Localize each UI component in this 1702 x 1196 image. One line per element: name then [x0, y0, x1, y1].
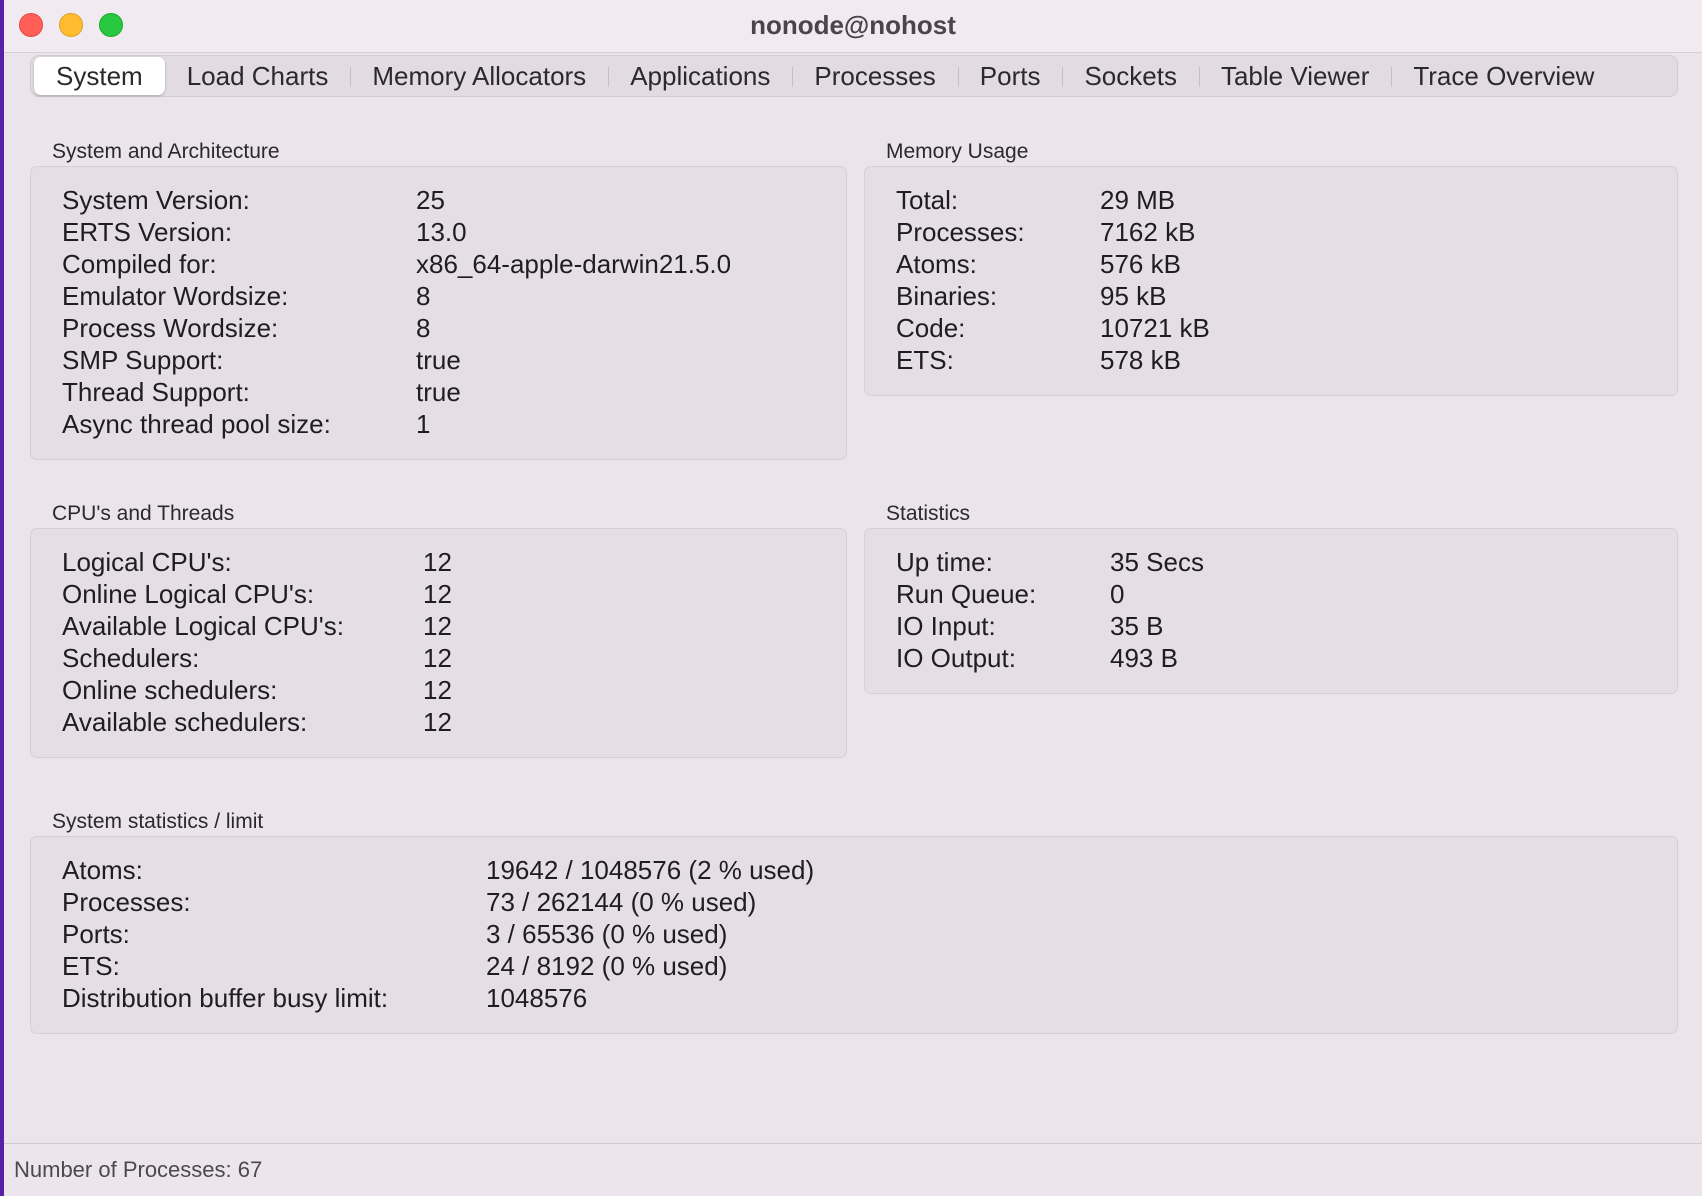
- async-thread-pool-value: 1: [416, 409, 431, 439]
- online-logical-cpus-value: 12: [423, 579, 452, 609]
- emulator-wordsize-value: 8: [416, 281, 431, 311]
- schedulers-label: Schedulers:: [62, 643, 200, 673]
- erts-version-label: ERTS Version:: [62, 217, 233, 247]
- tab-memory-allocators[interactable]: Memory Allocators: [350, 57, 608, 95]
- memory-binaries-value: 95 kB: [1100, 281, 1167, 311]
- limit-atoms-label: Atoms:: [62, 855, 143, 885]
- statistics-title: Statistics: [886, 502, 971, 525]
- limit-processes-label: Processes:: [62, 887, 191, 917]
- async-thread-pool-label: Async thread pool size:: [62, 409, 331, 439]
- io-input-label: IO Input:: [896, 611, 996, 641]
- limit-processes-value: 73 / 262144 (0 % used): [486, 887, 757, 917]
- system-architecture-panel: System Version: 25 ERTS Version: 13.0 Co…: [30, 166, 847, 460]
- status-bar: Number of Processes: 67: [4, 1143, 1702, 1196]
- available-schedulers-value: 12: [423, 707, 452, 737]
- tab-bar: System Load Charts Memory Allocators App…: [30, 55, 1678, 97]
- tab-trace-overview[interactable]: Trace Overview: [1391, 57, 1616, 95]
- logical-cpus-label: Logical CPU's:: [62, 547, 232, 577]
- run-queue-label: Run Queue:: [896, 579, 1037, 609]
- memory-atoms-value: 576 kB: [1100, 249, 1181, 279]
- observer-window: nonode@nohost System Load Charts Memory …: [4, 0, 1702, 1196]
- process-wordsize-value: 8: [416, 313, 431, 343]
- io-input-value: 35 B: [1110, 611, 1164, 641]
- process-wordsize-label: Process Wordsize:: [62, 313, 279, 343]
- io-output-label: IO Output:: [896, 643, 1016, 673]
- tab-sockets[interactable]: Sockets: [1062, 57, 1199, 95]
- memory-usage-title: Memory Usage: [886, 140, 1029, 163]
- available-schedulers-label: Available schedulers:: [62, 707, 308, 737]
- online-schedulers-label: Online schedulers:: [62, 675, 278, 705]
- memory-processes-label: Processes:: [896, 217, 1025, 247]
- memory-atoms-label: Atoms:: [896, 249, 977, 279]
- schedulers-value: 12: [423, 643, 452, 673]
- limit-ets-value: 24 / 8192 (0 % used): [486, 951, 728, 981]
- erts-version-value: 13.0: [416, 217, 467, 247]
- compiled-for-value: x86_64-apple-darwin21.5.0: [416, 249, 732, 279]
- cpus-threads-panel: Logical CPU's: 12 Online Logical CPU's: …: [30, 528, 847, 758]
- smp-support-value: true: [416, 345, 461, 375]
- uptime-value: 35 Secs: [1110, 547, 1204, 577]
- memory-binaries-label: Binaries:: [896, 281, 998, 311]
- limit-ports-label: Ports:: [62, 919, 130, 949]
- memory-total-label: Total:: [896, 185, 959, 215]
- emulator-wordsize-label: Emulator Wordsize:: [62, 281, 289, 311]
- available-logical-cpus-value: 12: [423, 611, 452, 641]
- tab-processes[interactable]: Processes: [792, 57, 957, 95]
- logical-cpus-value: 12: [423, 547, 452, 577]
- limit-ports-value: 3 / 65536 (0 % used): [486, 919, 728, 949]
- thread-support-value: true: [416, 377, 461, 407]
- memory-processes-value: 7162 kB: [1100, 217, 1196, 247]
- thread-support-label: Thread Support:: [62, 377, 250, 407]
- system-limits-panel: Atoms: 19642 / 1048576 (2 % used) Proces…: [30, 836, 1678, 1034]
- tab-table-viewer[interactable]: Table Viewer: [1198, 57, 1391, 95]
- system-version-value: 25: [416, 185, 445, 215]
- tab-load-charts[interactable]: Load Charts: [165, 57, 351, 95]
- memory-total-value: 29 MB: [1100, 185, 1176, 215]
- online-schedulers-value: 12: [423, 675, 452, 705]
- run-queue-value: 0: [1110, 579, 1125, 609]
- system-limits-title: System statistics / limit: [52, 810, 264, 833]
- memory-code-label: Code:: [896, 313, 966, 343]
- cpus-threads-title: CPU's and Threads: [52, 502, 235, 525]
- title-bar: nonode@nohost: [4, 0, 1702, 53]
- window-title: nonode@nohost: [750, 10, 956, 40]
- limit-atoms-value: 19642 / 1048576 (2 % used): [486, 855, 815, 885]
- uptime-label: Up time:: [896, 547, 993, 577]
- memory-usage-panel: Total: 29 MB Processes: 7162 kB Atoms: 5…: [864, 166, 1678, 396]
- memory-code-value: 10721 kB: [1100, 313, 1210, 343]
- memory-ets-value: 578 kB: [1100, 345, 1181, 375]
- tab-system[interactable]: System: [34, 57, 165, 95]
- statistics-panel: Up time: 35 Secs Run Queue: 0 IO Input: …: [864, 528, 1678, 694]
- tab-applications[interactable]: Applications: [608, 57, 792, 95]
- system-architecture-title: System and Architecture: [52, 140, 280, 163]
- smp-support-label: SMP Support:: [62, 345, 224, 375]
- compiled-for-label: Compiled for:: [62, 249, 217, 279]
- system-version-label: System Version:: [62, 185, 250, 215]
- io-output-value: 493 B: [1110, 643, 1178, 673]
- tab-ports[interactable]: Ports: [957, 57, 1063, 95]
- process-count-status: Number of Processes: 67: [14, 1157, 263, 1182]
- available-logical-cpus-label: Available Logical CPU's:: [62, 611, 344, 641]
- dist-buffer-limit-value: 1048576: [486, 983, 588, 1013]
- memory-ets-label: ETS:: [896, 345, 954, 375]
- online-logical-cpus-label: Online Logical CPU's:: [62, 579, 315, 609]
- dist-buffer-limit-label: Distribution buffer busy limit:: [62, 983, 389, 1013]
- limit-ets-label: ETS:: [62, 951, 120, 981]
